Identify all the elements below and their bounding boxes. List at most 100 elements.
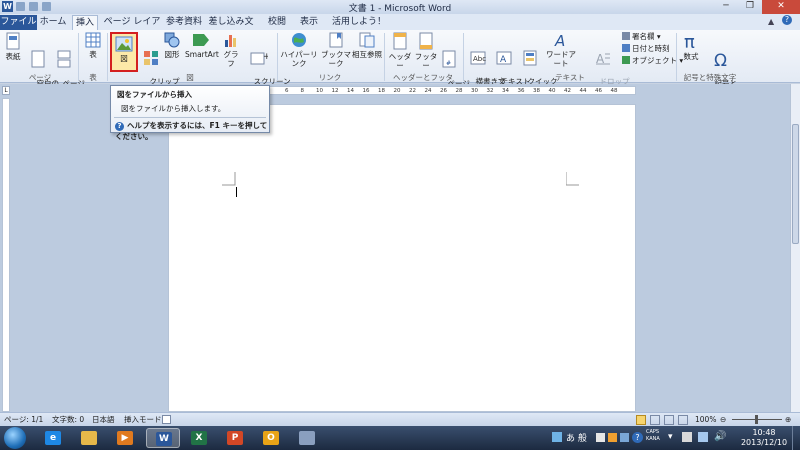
powerpoint-icon: P bbox=[227, 431, 243, 445]
word-count[interactable]: 文字数: 0 bbox=[52, 413, 84, 426]
tab-insert[interactable]: 挿入 bbox=[72, 15, 98, 30]
ruler-number: 46 bbox=[595, 88, 602, 94]
tab-home[interactable]: ホーム bbox=[38, 15, 68, 30]
wordart-icon: A bbox=[554, 32, 565, 48]
ribbon: 表紙 空白の ページ ページ 区切り ページ 表 表 図 クリップ アート 図形… bbox=[0, 30, 800, 97]
table-button[interactable]: 表 bbox=[83, 32, 103, 59]
outline-view-icon[interactable] bbox=[678, 415, 688, 425]
smartart-button[interactable]: SmartArt bbox=[185, 32, 219, 59]
insert-mode[interactable]: 挿入モード bbox=[124, 413, 162, 426]
taskbar-ie[interactable]: e bbox=[36, 428, 70, 448]
folder-icon bbox=[81, 431, 97, 445]
footer-button[interactable]: フッター bbox=[414, 32, 438, 70]
close-button[interactable]: ✕ bbox=[762, 0, 800, 14]
help-icon[interactable]: ? bbox=[782, 15, 792, 25]
text-cursor bbox=[236, 187, 237, 197]
action-center-icon[interactable] bbox=[682, 432, 692, 442]
cross-reference-button[interactable]: 相互参照 bbox=[352, 32, 382, 59]
ruler-number: 38 bbox=[533, 88, 540, 94]
scrollbar-thumb[interactable] bbox=[792, 124, 799, 244]
taskbar-media[interactable]: ▶ bbox=[108, 428, 142, 448]
taskbar-powerpoint[interactable]: P bbox=[218, 428, 252, 448]
clock[interactable]: 10:48 2013/12/10 bbox=[738, 428, 790, 448]
taskbar-excel[interactable]: X bbox=[182, 428, 216, 448]
network-icon[interactable] bbox=[698, 432, 708, 442]
cover-page-button[interactable]: 表紙 bbox=[3, 32, 23, 61]
textbox-horizontal-icon: Abc bbox=[470, 51, 486, 65]
show-desktop-button[interactable] bbox=[792, 426, 800, 450]
tab-file[interactable]: ファイル bbox=[0, 15, 37, 30]
object-button[interactable]: オブジェクト ▾ bbox=[622, 56, 683, 66]
caps-kana-indicator: CAPS KANA bbox=[646, 429, 660, 442]
pi-icon: π bbox=[684, 32, 695, 50]
paint-icon bbox=[299, 431, 315, 445]
tab-mailings[interactable]: 差し込み文書 bbox=[208, 15, 254, 41]
page-number-icon: # bbox=[442, 50, 456, 68]
ime-dict-icon[interactable] bbox=[620, 433, 629, 442]
taskbar-paint[interactable] bbox=[290, 428, 324, 448]
svg-text:Abc: Abc bbox=[473, 55, 486, 63]
header-button[interactable]: ヘッダー bbox=[387, 32, 413, 70]
zoom-level[interactable]: 100% bbox=[695, 413, 716, 426]
ruler-number: 34 bbox=[502, 88, 509, 94]
document-page[interactable] bbox=[168, 104, 636, 412]
zoom-slider-thumb[interactable] bbox=[755, 415, 758, 424]
screenshot-icon: + bbox=[250, 52, 268, 65]
media-player-icon: ▶ bbox=[117, 431, 133, 445]
word-icon: W bbox=[156, 432, 172, 446]
group-label-illustrations: 図 bbox=[186, 73, 194, 82]
ime-tools-icon[interactable] bbox=[608, 433, 617, 442]
language-indicator[interactable]: 日本語 bbox=[92, 413, 115, 426]
chevron-up-icon[interactable]: ▲ bbox=[768, 17, 774, 26]
tab-references[interactable]: 参考資料 bbox=[166, 15, 202, 30]
print-layout-view-icon[interactable] bbox=[636, 415, 646, 425]
minimize-button[interactable]: ─ bbox=[714, 0, 738, 14]
taskbar-word[interactable]: W bbox=[146, 428, 180, 448]
ime-pad-icon[interactable] bbox=[596, 433, 605, 442]
ruler-number: 44 bbox=[579, 88, 587, 94]
volume-icon[interactable]: 🔊 bbox=[714, 431, 726, 442]
clock-date: 2013/12/10 bbox=[740, 438, 788, 447]
bookmark-button[interactable]: ブックマーク bbox=[320, 32, 352, 68]
ribbon-tabs: ファイル ホーム 挿入 ページ レイアウト 参考資料 差し込み文書 校閲 表示 … bbox=[0, 14, 800, 41]
zoom-out-icon[interactable]: ⊖ bbox=[720, 413, 726, 426]
signature-icon bbox=[622, 32, 630, 40]
bookmark-icon bbox=[329, 32, 343, 48]
chart-button[interactable]: グラフ bbox=[221, 32, 241, 68]
language-bar-icon[interactable] bbox=[552, 432, 562, 442]
smartart-icon bbox=[193, 34, 209, 46]
signature-line-button[interactable]: 署名欄 ▾ bbox=[622, 32, 661, 42]
equation-button[interactable]: π 数式 bbox=[680, 32, 702, 61]
hyperlink-button[interactable]: ハイパーリンク bbox=[280, 32, 318, 68]
full-screen-view-icon[interactable] bbox=[650, 415, 660, 425]
start-button[interactable] bbox=[4, 427, 26, 449]
vertical-scrollbar[interactable] bbox=[790, 84, 800, 412]
macro-record-icon[interactable] bbox=[162, 415, 171, 424]
tab-selector[interactable]: L bbox=[2, 86, 10, 95]
ruler-number: 20 bbox=[393, 88, 401, 94]
taskbar-outlook[interactable]: O bbox=[254, 428, 288, 448]
insert-picture-button[interactable]: 図 bbox=[110, 32, 138, 72]
shapes-button[interactable]: 図形 bbox=[163, 32, 181, 59]
vertical-ruler[interactable] bbox=[2, 98, 10, 412]
tab-custom[interactable]: 活用しよう！ワード bbox=[328, 15, 390, 41]
ime-mode[interactable]: あ 般 bbox=[566, 431, 587, 444]
tab-review[interactable]: 校閲 bbox=[264, 15, 290, 30]
quick-parts-icon bbox=[523, 50, 537, 66]
chevron-down-icon[interactable]: ▾ bbox=[668, 432, 673, 442]
wordart-button[interactable]: A ワードアート bbox=[544, 32, 578, 68]
page-count[interactable]: ページ: 1/1 bbox=[4, 413, 43, 426]
maximize-button[interactable]: ❐ bbox=[738, 0, 762, 14]
footer-icon bbox=[419, 32, 433, 50]
taskbar: e ▶ W X P O あ 般 ? CAPS KANA ▾ 🔊 10:48 20… bbox=[0, 426, 800, 450]
help-icon[interactable]: ? bbox=[632, 432, 643, 443]
tooltip-title: 図をファイルから挿入 bbox=[117, 90, 192, 99]
tab-view[interactable]: 表示 bbox=[296, 15, 322, 30]
taskbar-explorer[interactable] bbox=[72, 428, 106, 448]
zoom-in-icon[interactable]: ⊕ bbox=[785, 413, 791, 426]
tab-page-layout[interactable]: ページ レイアウト bbox=[102, 15, 162, 41]
date-time-button[interactable]: 日付と時刻 bbox=[622, 44, 670, 54]
ruler-number: 26 bbox=[440, 88, 447, 94]
cover-page-icon bbox=[6, 32, 20, 50]
web-layout-view-icon[interactable] bbox=[664, 415, 674, 425]
